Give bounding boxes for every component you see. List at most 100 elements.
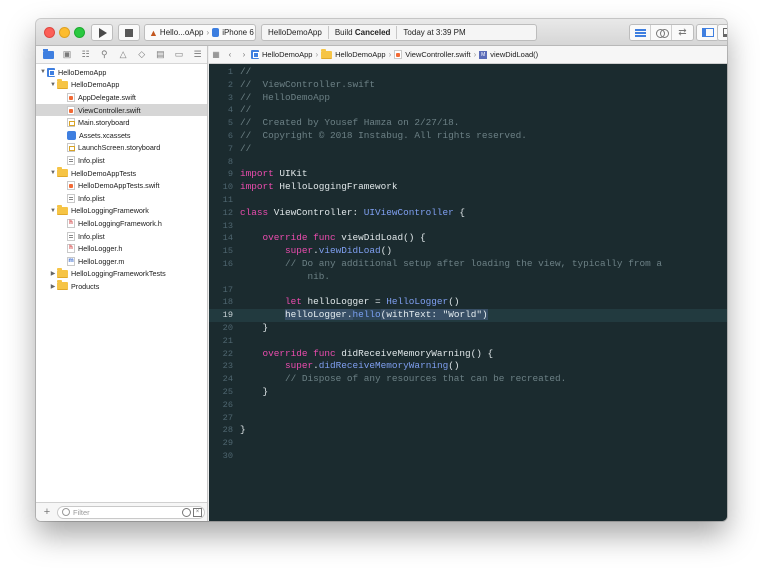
code-line[interactable]: 1 // — [209, 66, 727, 79]
breakpoint-navigator-tab[interactable]: ▭ — [170, 47, 189, 63]
code-line[interactable]: 3 // HelloDemoApp — [209, 92, 727, 105]
code-line[interactable]: 15 super.viewDidLoad() — [209, 245, 727, 258]
report-navigator-tab[interactable]: ☰ — [188, 47, 207, 63]
disclosure-open-icon[interactable]: ▼ — [49, 208, 57, 214]
source-editor[interactable]: 1 // 2 // ViewController.swift 3 // HelloDemo… — [209, 64, 727, 521]
code-line[interactable]: 9 import UIKit — [209, 168, 727, 181]
tree-item[interactable]: ▼ HelloLoggingFramework — [36, 204, 207, 218]
code-line[interactable]: 25 } — [209, 386, 727, 399]
tree-item[interactable]: ▼ HelloDemoAppTests — [36, 167, 207, 180]
recent-files-icon[interactable] — [182, 507, 191, 517]
code-line[interactable]: 23 super.didReceiveMemoryWarning() — [209, 360, 727, 373]
code-line[interactable]: 13 — [209, 220, 727, 233]
zoom-window-button[interactable] — [74, 27, 85, 38]
forward-arrow-icon[interactable]: › — [237, 50, 251, 59]
minimize-window-button[interactable] — [59, 27, 70, 38]
code-token: // — [240, 104, 252, 116]
code-line[interactable]: 4 // — [209, 104, 727, 117]
code-line[interactable]: 22 override func didReceiveMemoryWarning… — [209, 348, 727, 361]
disclosure-open-icon[interactable]: ▼ — [49, 170, 57, 176]
tree-item[interactable]: ▶Info.plist — [36, 192, 207, 205]
tree-item[interactable]: ▶Info.plist — [36, 154, 207, 167]
add-file-button[interactable]: + — [40, 506, 54, 518]
disclosure-open-icon[interactable]: ▼ — [39, 69, 47, 75]
source-control-filter-icon[interactable]: × — [193, 507, 202, 517]
navigator-pane-icon — [701, 28, 714, 37]
version-editor-button[interactable]: ⇄ — [672, 25, 693, 40]
code-line[interactable]: 30 — [209, 450, 727, 463]
tree-item[interactable]: ▶hHelloLoggingFramework.h — [36, 217, 207, 230]
filter-input[interactable]: Filter × — [57, 505, 205, 519]
tree-item[interactable]: ▶Info.plist — [36, 230, 207, 243]
breadcrumb-file[interactable]: ViewController.swift — [394, 50, 471, 59]
tree-item[interactable]: ▶ HelloLoggingFrameworkTests — [36, 267, 207, 281]
code-line[interactable]: 18 let helloLogger = HelloLogger() — [209, 296, 727, 309]
code-line[interactable]: 8 — [209, 156, 727, 169]
tree-item[interactable]: ▶hHelloLogger.h — [36, 242, 207, 255]
debug-navigator-tab[interactable]: ▤ — [151, 47, 170, 63]
toggle-debug-area-button[interactable] — [718, 25, 727, 40]
tree-item[interactable]: ▶AppDelegate.swift — [36, 91, 207, 104]
toolbar: ▲ Hello...oApp › iPhone 6 HelloDemoApp B… — [36, 19, 727, 46]
code-line[interactable]: 16 // Do any additional setup after load… — [209, 258, 727, 271]
standard-editor-button[interactable] — [630, 25, 651, 40]
scheme-selector[interactable]: ▲ Hello...oApp › iPhone 6 — [144, 24, 256, 41]
disclosure-closed-icon[interactable]: ▶ — [49, 270, 57, 277]
code-line[interactable]: 10 import HelloLoggingFramework — [209, 181, 727, 194]
tree-item[interactable]: ▶mHelloLogger.m — [36, 255, 207, 268]
tree-item[interactable]: ▶LaunchScreen.storyboard — [36, 142, 207, 155]
tree-item[interactable]: ▼ HelloDemoApp — [36, 66, 207, 79]
tree-item[interactable]: ▶ Products — [36, 280, 207, 293]
code-line[interactable]: 7 // — [209, 143, 727, 156]
tree-item[interactable]: ▼ HelloDemoApp — [36, 78, 207, 92]
back-arrow-icon[interactable]: ‹ — [223, 50, 237, 59]
close-window-button[interactable] — [44, 27, 55, 38]
issue-navigator-tab[interactable]: △ — [114, 47, 133, 63]
disclosure-open-icon[interactable]: ▼ — [49, 82, 57, 88]
run-button[interactable] — [91, 24, 113, 41]
code-token: hello — [352, 309, 381, 321]
toggle-navigator-button[interactable] — [697, 25, 718, 40]
code-line[interactable]: 5 // Created by Yousef Hamza on 2/27/18. — [209, 117, 727, 130]
test-navigator-tab[interactable]: ◇ — [132, 47, 151, 63]
breadcrumb-project[interactable]: HelloDemoApp — [251, 50, 312, 59]
divider — [327, 26, 329, 39]
line-number: 6 — [227, 131, 233, 141]
version-editor-icon: ⇄ — [678, 26, 687, 38]
code-line[interactable]: 27 — [209, 412, 727, 425]
tree-item[interactable]: ▶Assets.xcassets — [36, 129, 207, 142]
code-line[interactable]: 20 } — [209, 322, 727, 335]
source-control-navigator-tab[interactable]: ▣ — [58, 47, 77, 63]
code-line[interactable]: 12 class ViewController: UIViewController… — [209, 207, 727, 220]
code-line[interactable]: 14 override func viewDidLoad() { — [209, 232, 727, 245]
tree-item[interactable]: ▶HelloDemoAppTests.swift — [36, 179, 207, 192]
stop-button[interactable] — [118, 24, 140, 41]
disclosure-closed-icon[interactable]: ▶ — [49, 283, 57, 290]
code-line[interactable]: nib. — [209, 271, 727, 284]
code-token: "World" — [442, 309, 482, 321]
assistant-editor-button[interactable] — [651, 25, 672, 40]
related-items-icon[interactable]: ▦ — [209, 50, 223, 59]
code-line[interactable]: 17 — [209, 284, 727, 297]
tree-item[interactable]: ▶Main.storyboard — [36, 116, 207, 129]
tree-item[interactable]: ▶ViewController.swift — [36, 103, 207, 117]
find-navigator-tab[interactable]: ⚲ — [95, 47, 114, 63]
code-line[interactable]: 19 helloLogger.hello(withText: "World") — [209, 309, 727, 322]
code-line[interactable]: 24 // Dispose of any resources that can … — [209, 373, 727, 386]
breadcrumb-method[interactable]: M viewDidLoad() — [479, 50, 538, 59]
code-line[interactable]: 26 — [209, 399, 727, 412]
breadcrumb-group[interactable]: HelloDemoApp — [321, 48, 386, 59]
symbol-navigator-tab[interactable]: ☷ — [76, 47, 95, 63]
code-line[interactable]: 21 — [209, 335, 727, 348]
code-line[interactable]: 11 — [209, 194, 727, 207]
code-token: // — [240, 66, 252, 77]
code-text: // — [240, 104, 251, 117]
line-number: 1 — [227, 67, 233, 77]
code-line[interactable]: 2 // ViewController.swift — [209, 79, 727, 92]
code-token: nib. — [240, 270, 331, 282]
code-line[interactable]: 29 — [209, 437, 727, 450]
project-navigator-tab[interactable] — [39, 47, 58, 63]
code-line[interactable]: 28} — [209, 424, 727, 437]
code-line[interactable]: 6 // Copyright © 2018 Instabug. All right… — [209, 130, 727, 143]
